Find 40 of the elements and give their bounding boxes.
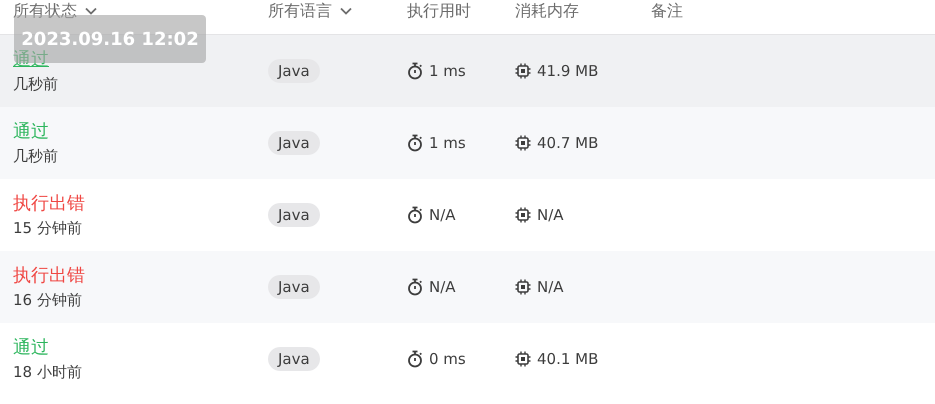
submitted-time: 15 分钟前 bbox=[13, 218, 83, 238]
column-header: 备注 bbox=[651, 1, 683, 21]
memory-value: 40.7 MB bbox=[537, 134, 598, 152]
stopwatch-icon bbox=[407, 134, 423, 152]
submitted-time: 几秒前 bbox=[13, 146, 59, 166]
language-tag: Java bbox=[268, 203, 320, 227]
runtime-value: N/A bbox=[429, 278, 456, 296]
chip-icon bbox=[515, 135, 531, 151]
submitted-time: 18 小时前 bbox=[13, 362, 83, 382]
column-header[interactable]: 所有语言 bbox=[268, 1, 332, 21]
chip-icon bbox=[515, 63, 531, 79]
chip-icon bbox=[515, 351, 531, 367]
memory-value: 41.9 MB bbox=[537, 62, 598, 80]
runtime-value: 0 ms bbox=[429, 350, 466, 368]
runtime-value: 1 ms bbox=[429, 134, 466, 152]
column-header: 消耗内存 bbox=[515, 1, 579, 21]
status-link[interactable]: 执行出错 bbox=[13, 192, 268, 216]
column-header[interactable]: 所有状态 bbox=[13, 1, 77, 21]
chip-icon bbox=[515, 207, 531, 223]
status-link[interactable]: 执行出错 bbox=[13, 264, 268, 288]
memory-value: 40.1 MB bbox=[537, 350, 598, 368]
chip-icon bbox=[515, 279, 531, 295]
submitted-time: 几秒前 bbox=[13, 74, 59, 94]
status-link[interactable]: 通过 bbox=[13, 336, 268, 360]
stopwatch-icon bbox=[407, 350, 423, 368]
column-header: 执行用时 bbox=[407, 1, 471, 21]
runtime-value: N/A bbox=[429, 206, 456, 224]
submission-row[interactable]: 通过 几秒前 Java 1 ms 40.7 MB bbox=[0, 107, 935, 179]
submission-row[interactable]: 执行出错 16 分钟前 Java N/A N/A bbox=[0, 251, 935, 323]
language-tag: Java bbox=[268, 131, 320, 155]
stopwatch-icon bbox=[407, 62, 423, 80]
stopwatch-icon bbox=[407, 278, 423, 296]
stopwatch-icon bbox=[407, 206, 423, 224]
language-tag: Java bbox=[268, 275, 320, 299]
runtime-value: 1 ms bbox=[429, 62, 466, 80]
language-tag: Java bbox=[268, 59, 320, 83]
memory-value: N/A bbox=[537, 206, 564, 224]
submitted-time: 16 分钟前 bbox=[13, 290, 83, 310]
memory-value: N/A bbox=[537, 278, 564, 296]
language-tag: Java bbox=[268, 347, 320, 371]
